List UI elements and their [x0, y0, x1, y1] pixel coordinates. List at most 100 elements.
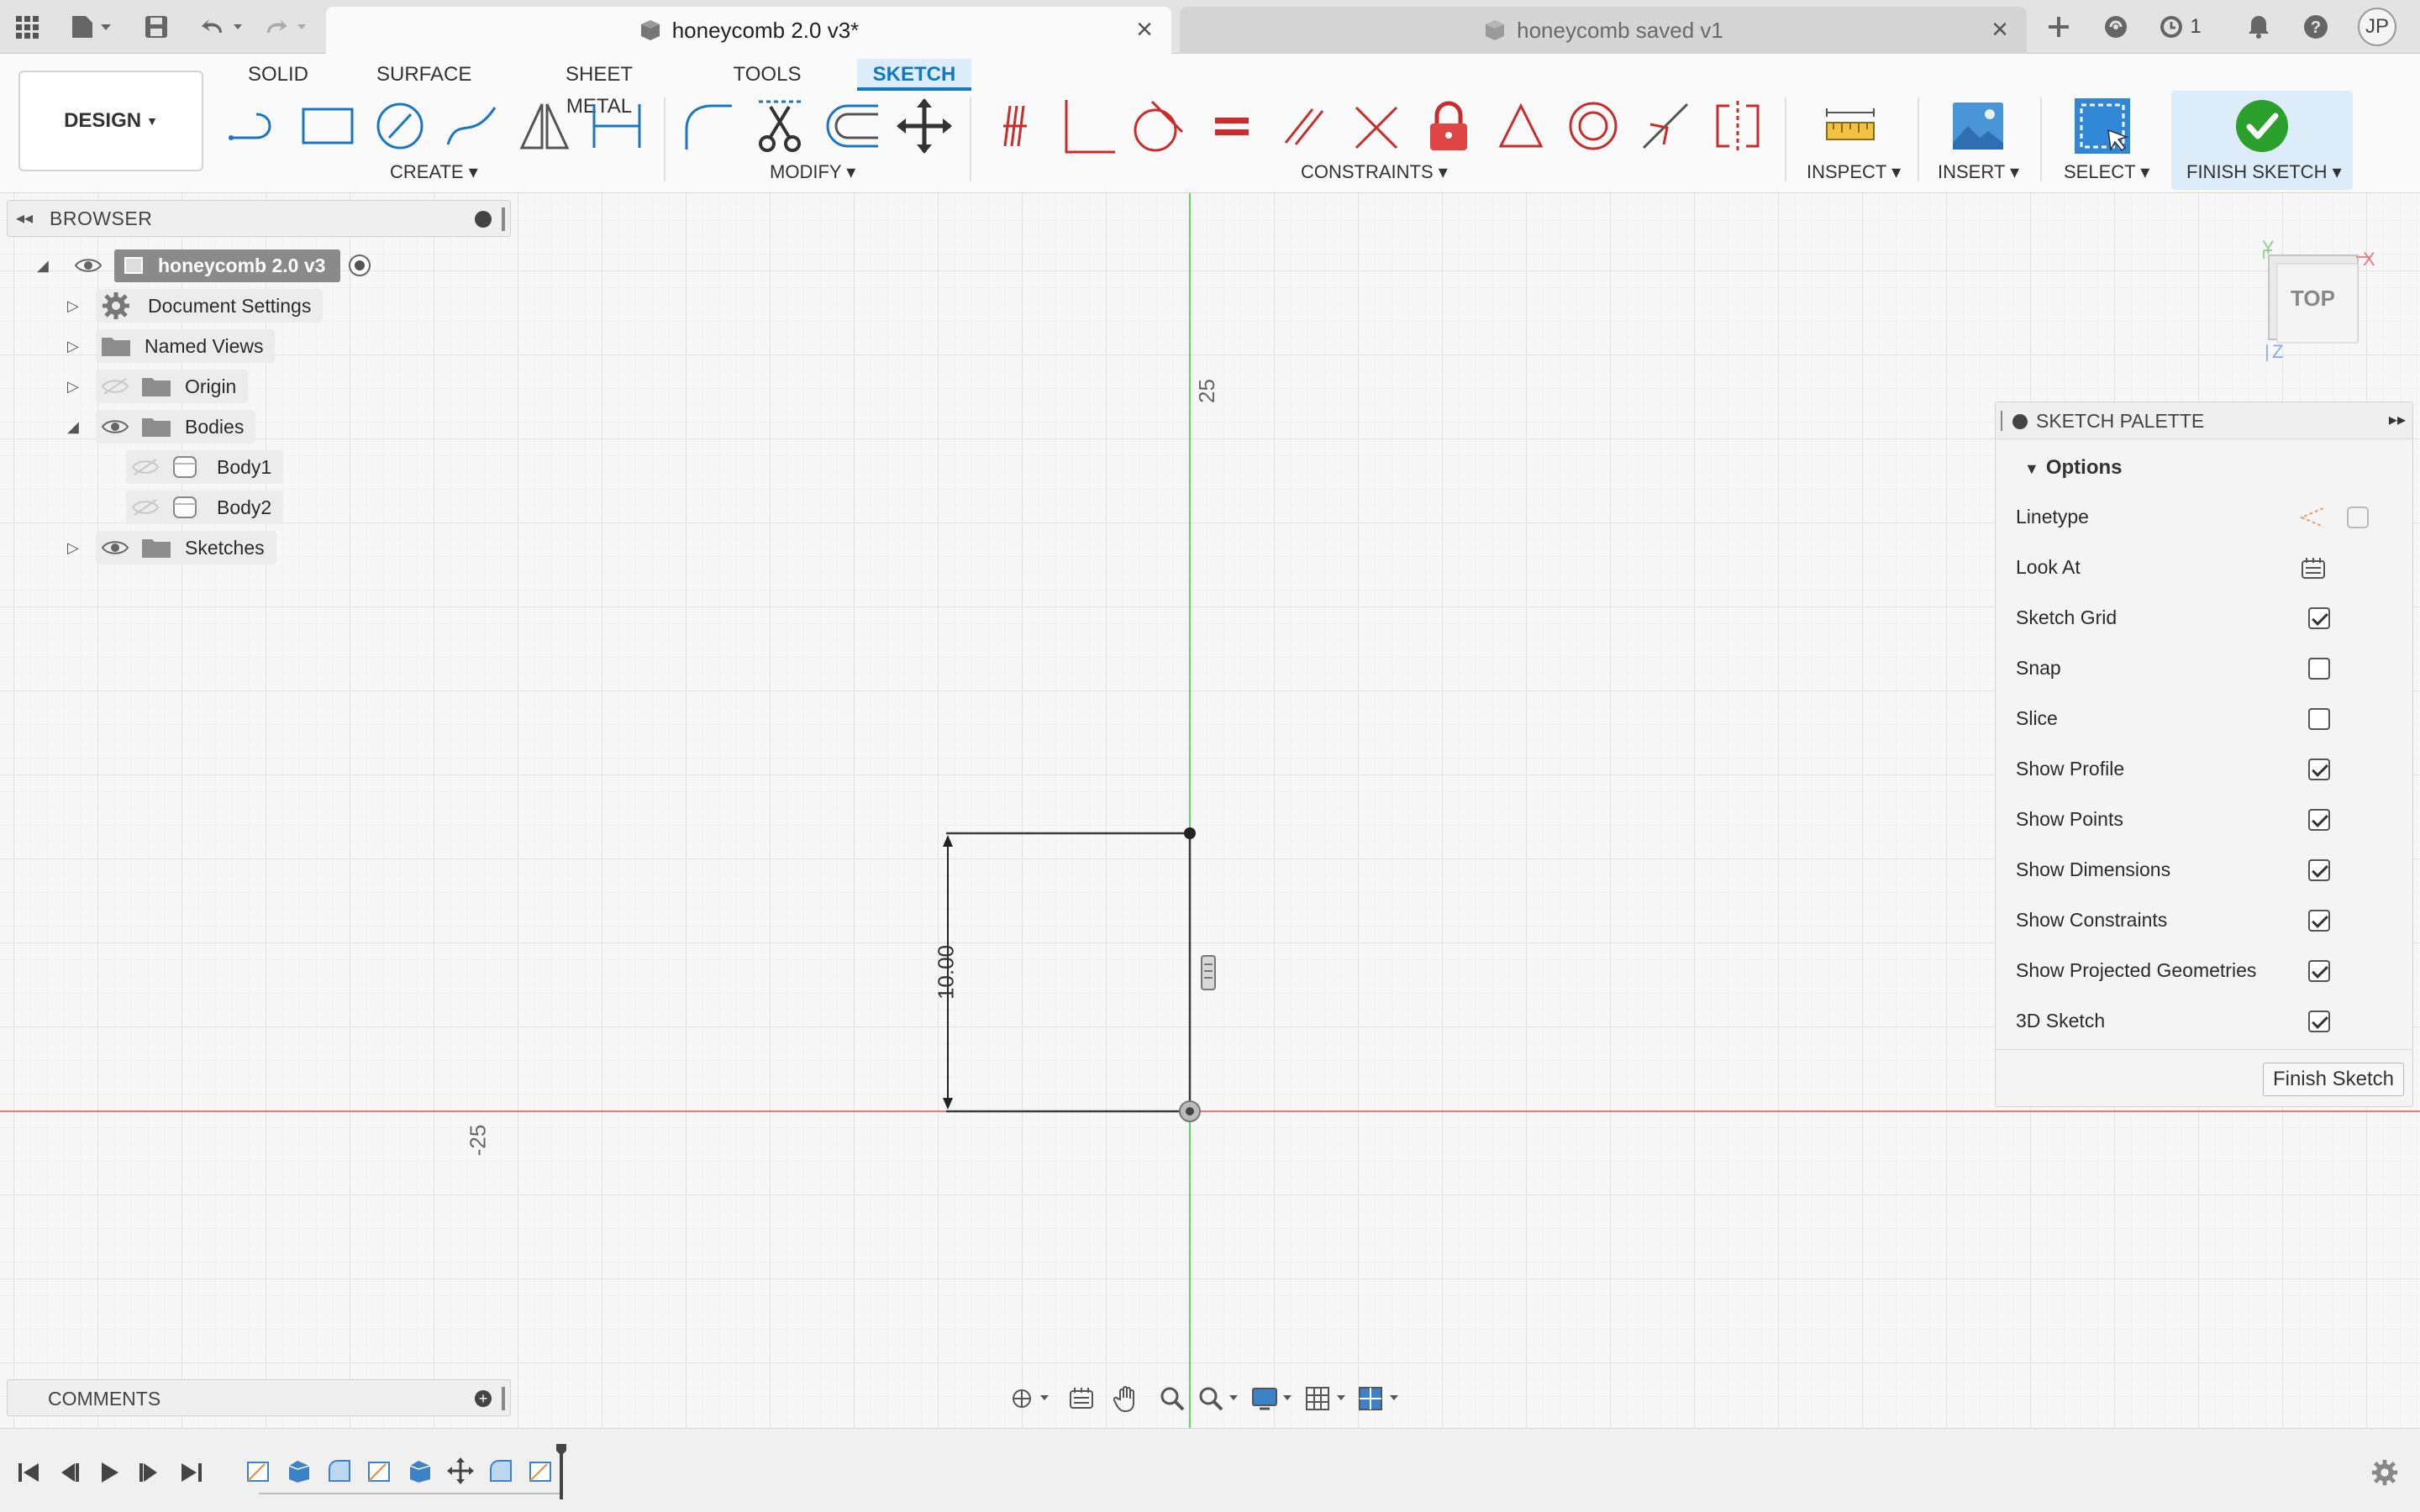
tree-item-named-views[interactable]: ▷ Named Views [64, 328, 276, 365]
activate-radio-icon[interactable] [347, 253, 372, 278]
3d-sketch-checkbox[interactable] [2308, 1011, 2330, 1032]
timeline-fillet-feature-icon[interactable] [484, 1454, 518, 1488]
view-cube-face-label[interactable]: TOP [2291, 286, 2335, 312]
finish-sketch-button[interactable]: Finish Sketch [2263, 1063, 2404, 1096]
save-icon[interactable] [139, 10, 173, 44]
timeline-move-feature-icon[interactable] [444, 1454, 477, 1488]
inspect-menu[interactable]: INSPECT ▾ [1807, 161, 1901, 183]
palette-drag-handle[interactable] [2001, 411, 2004, 431]
visibility-eye-icon[interactable] [74, 256, 103, 275]
tree-item-body1[interactable]: Body1 [126, 449, 284, 486]
new-tab-icon[interactable] [2042, 10, 2075, 44]
browser-resize-handle[interactable] [502, 207, 505, 231]
tree-item-origin[interactable]: ▷ Origin [64, 368, 249, 405]
comments-panel-header[interactable]: COMMENTS + [7, 1379, 511, 1416]
hidden-eye-icon[interactable] [131, 458, 160, 476]
redo-icon[interactable] [262, 10, 313, 44]
timeline-fillet-feature-icon[interactable] [323, 1454, 356, 1488]
tree-root-item[interactable]: ◢ honeycomb 2.0 v3 [34, 247, 372, 284]
collapse-triangle-icon[interactable]: ◢ [67, 418, 79, 436]
step-forward-icon[interactable] [131, 1454, 168, 1491]
perpendicular-constraint-icon[interactable] [1055, 94, 1119, 158]
show-dimensions-checkbox[interactable] [2308, 859, 2330, 881]
tree-item-sketches[interactable]: ▷ Sketches [64, 529, 276, 566]
timeline-extrude-feature-icon[interactable] [282, 1454, 316, 1488]
visibility-eye-icon[interactable] [101, 417, 129, 436]
expand-triangle-icon[interactable]: ▷ [67, 297, 79, 315]
timeline-extrude-feature-icon[interactable] [403, 1454, 437, 1488]
sketch-dimension-tool-icon[interactable] [585, 94, 649, 158]
collapse-browser-icon[interactable]: ◂◂ [16, 207, 33, 228]
workspace-switcher-button[interactable]: DESIGN ▼ [18, 71, 203, 171]
options-section-header[interactable]: ▼ Options [2024, 456, 2122, 480]
document-tab-inactive[interactable]: honeycomb saved v1 × [1180, 7, 2027, 54]
viewports-icon[interactable] [1355, 1380, 1408, 1417]
file-menu-icon[interactable] [67, 10, 118, 44]
grid-settings-icon[interactable] [1302, 1380, 1355, 1417]
close-tab-icon[interactable]: × [1129, 15, 1160, 45]
sketch-palette-header[interactable]: SKETCH PALETTE ▸▸ [1996, 402, 2412, 439]
document-tab-active[interactable]: honeycomb 2.0 v3* × [326, 7, 1171, 54]
comments-resize-handle[interactable] [502, 1387, 505, 1410]
zoom-icon[interactable] [1150, 1380, 1195, 1417]
expand-triangle-icon[interactable]: ▷ [67, 539, 79, 557]
snap-checkbox[interactable] [2308, 658, 2330, 680]
midpoint-triangle-icon[interactable] [1489, 94, 1553, 158]
show-projected-geometries-checkbox[interactable] [2308, 960, 2330, 982]
undo-icon[interactable] [198, 10, 249, 44]
slice-checkbox[interactable] [2308, 708, 2330, 730]
parallel-constraint-icon[interactable] [1272, 94, 1336, 158]
construction-linetype-icon[interactable] [2298, 505, 2327, 530]
move-copy-icon[interactable] [892, 94, 956, 158]
tab-sketch[interactable]: SKETCH [857, 59, 971, 91]
perpendicular-x-constraint-icon[interactable] [1344, 94, 1408, 158]
dimension-value-label[interactable]: 10.00 [934, 939, 960, 1006]
timeline-marker[interactable] [556, 1444, 566, 1499]
step-back-icon[interactable] [50, 1454, 87, 1491]
select-menu[interactable]: SELECT ▾ [2064, 161, 2149, 183]
job-status-icon[interactable]: 1 [2154, 10, 2205, 44]
orbit-icon[interactable] [1005, 1380, 1059, 1417]
play-icon[interactable] [91, 1454, 128, 1491]
close-tab-icon[interactable]: × [1985, 15, 2015, 45]
collapse-triangle-icon[interactable]: ◢ [37, 257, 49, 275]
hidden-eye-icon[interactable] [131, 498, 160, 517]
circle-tool-icon[interactable] [368, 94, 432, 158]
fillet-tool-icon[interactable] [676, 94, 739, 158]
look-at-icon[interactable] [2300, 555, 2327, 580]
help-icon[interactable]: ? [2299, 10, 2333, 44]
centerline-linetype-icon[interactable] [2345, 505, 2370, 530]
modify-menu[interactable]: MODIFY ▾ [770, 161, 855, 183]
expand-triangle-icon[interactable]: ▷ [67, 378, 79, 396]
rectangle-tool-icon[interactable] [296, 94, 360, 158]
spline-tool-icon[interactable] [440, 94, 504, 158]
tab-sheet-metal[interactable]: SHEET METAL [531, 59, 667, 118]
expand-triangle-icon[interactable]: ▷ [67, 338, 79, 355]
concentric-constraint-icon[interactable] [1561, 94, 1625, 158]
show-constraints-checkbox[interactable] [2308, 910, 2330, 932]
create-menu[interactable]: CREATE ▾ [390, 161, 478, 183]
palette-collapse-icon[interactable] [2012, 414, 2028, 429]
timeline-sketch-feature-icon[interactable] [242, 1454, 276, 1488]
select-window-icon[interactable] [2070, 94, 2134, 158]
line-tool-icon[interactable] [224, 94, 287, 158]
view-cube[interactable]: TOP Y X Z [2260, 235, 2378, 370]
sketch-grid-checkbox[interactable] [2308, 607, 2330, 629]
timeline-settings-gear-icon[interactable] [2366, 1454, 2403, 1491]
fix-lock-icon[interactable] [1417, 94, 1481, 158]
tangent-constraint-icon[interactable] [1126, 94, 1190, 158]
browser-pin-icon[interactable] [475, 211, 492, 228]
show-profile-checkbox[interactable] [2308, 759, 2330, 780]
coincident-constraint-icon[interactable] [985, 94, 1049, 158]
app-grid-icon[interactable] [10, 10, 44, 44]
offset-tool-icon[interactable] [820, 94, 884, 158]
trim-scissors-icon[interactable] [748, 94, 812, 158]
tab-surface[interactable]: SURFACE [376, 59, 471, 91]
tab-solid[interactable]: SOLID [244, 59, 313, 91]
show-points-checkbox[interactable] [2308, 809, 2330, 831]
user-avatar[interactable]: JP [2358, 8, 2396, 46]
measure-ruler-icon[interactable] [1818, 94, 1882, 158]
notifications-bell-icon[interactable] [2242, 10, 2275, 44]
add-comment-icon[interactable]: + [475, 1390, 492, 1407]
pan-hand-icon[interactable] [1104, 1380, 1150, 1417]
